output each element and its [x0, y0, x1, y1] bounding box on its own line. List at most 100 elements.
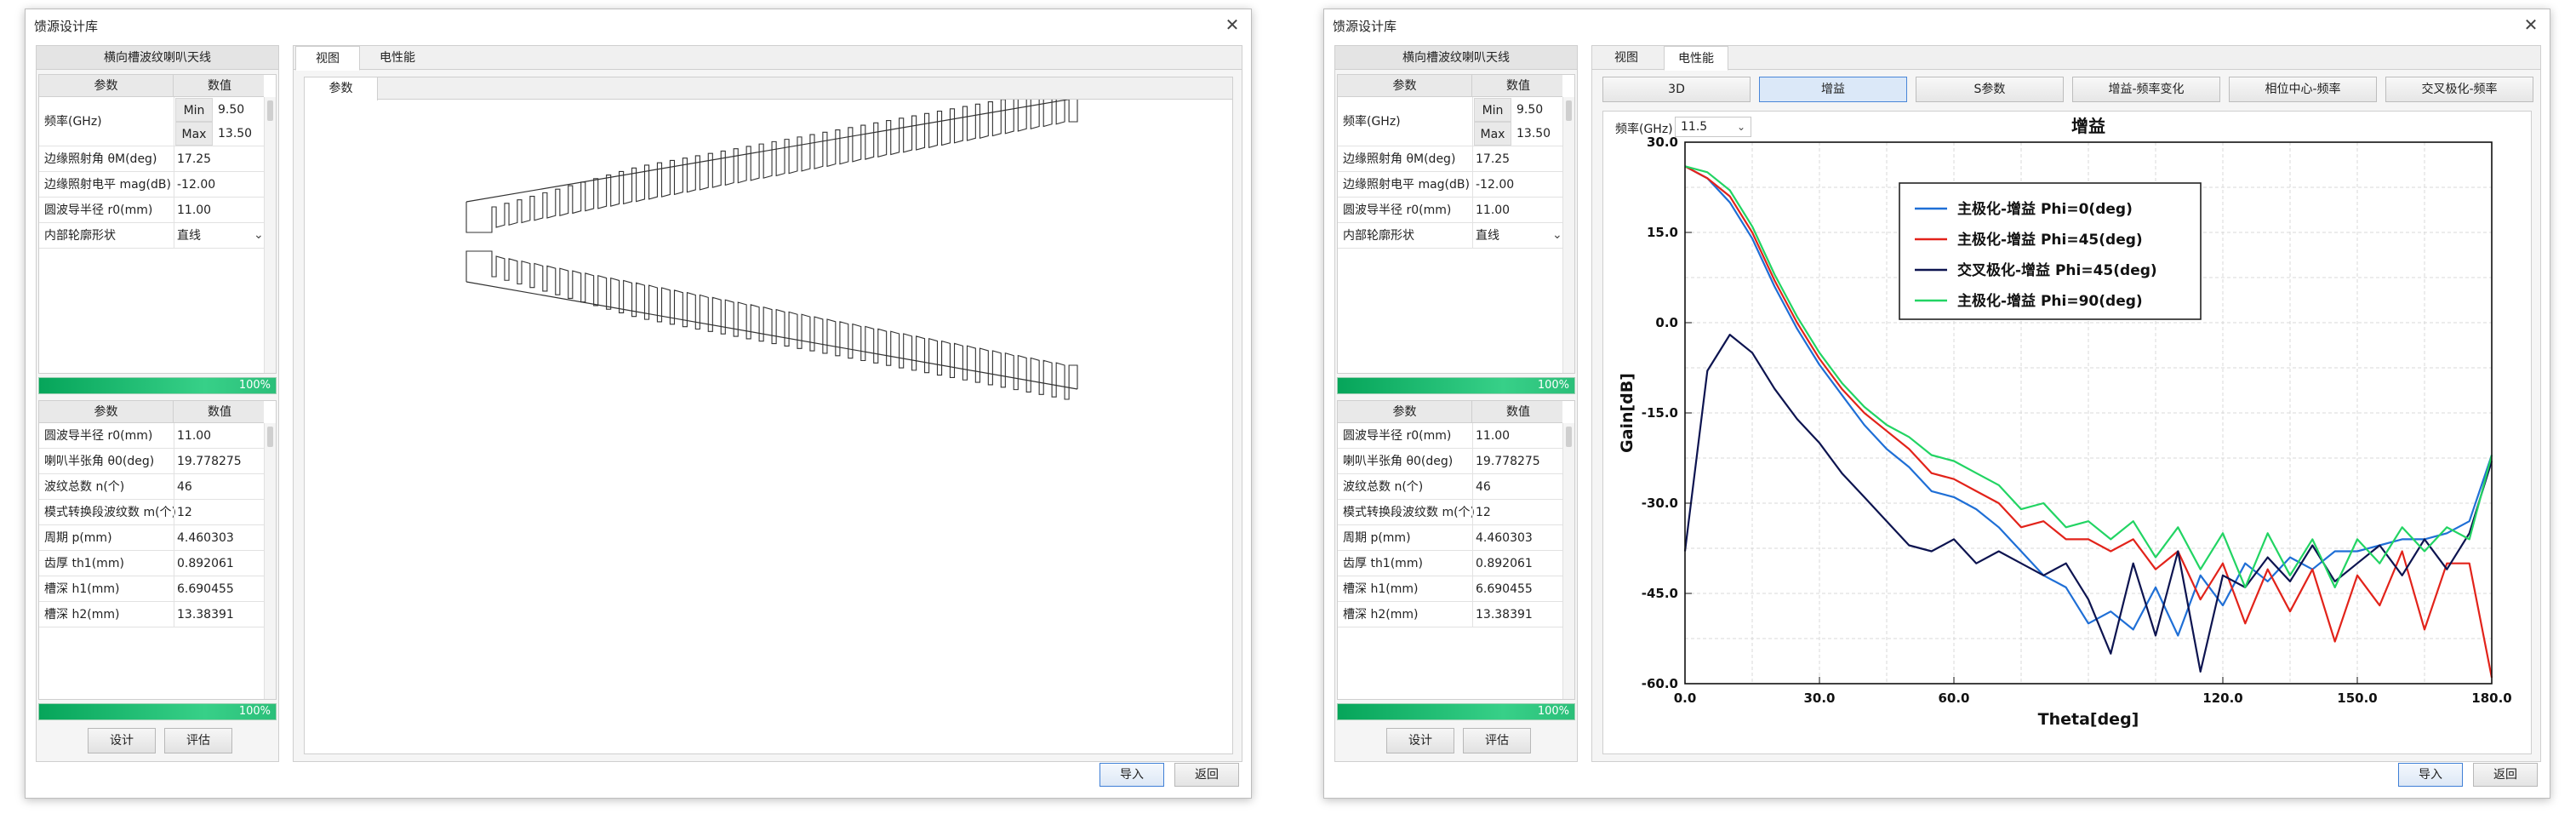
chart-title: 增益 [2071, 116, 2105, 136]
progress-text: 100% [1537, 705, 1569, 718]
legend-entry: 主极化-增益 Phi=45(deg) [1957, 231, 2143, 249]
table-row[interactable]: 槽深 h1(mm) 6.690455 [39, 576, 264, 602]
table-row[interactable]: 齿厚 th1(mm) 0.892061 [39, 551, 264, 576]
table-row[interactable]: 槽深 h2(mm) 13.38391 [39, 602, 264, 627]
horn-bottom-corrugation [466, 250, 1078, 400]
legend-entry: 主极化-增益 Phi=0(deg) [1957, 200, 2133, 218]
close-icon[interactable]: ✕ [1220, 13, 1244, 37]
y-tick-label: -45.0 [1642, 586, 1678, 601]
param-value[interactable]: -12.00 [1476, 172, 1514, 198]
table-row[interactable]: 波纹总数 n(个) 46 [1338, 474, 1562, 500]
sub-tab-bar: 参数 [305, 77, 1232, 100]
perf-button-cross-pol[interactable]: 交叉极化-频率 [2385, 77, 2533, 102]
chevron-down-icon[interactable]: ⌄ [254, 228, 264, 242]
table-row[interactable]: 模式转换段波纹数 m(个) 12 [39, 500, 264, 525]
output-param-table: 参数 数值 圆波导半径 r0(mm) 11.00 喇叭半张角 θ0(deg) 19.… [1337, 400, 1575, 700]
window-title: 馈源设计库 [34, 19, 99, 34]
shape-select[interactable]: 直线 [177, 223, 201, 249]
table-row[interactable]: 圆波导半径 r0(mm) 11.00 [1338, 423, 1562, 449]
design-button[interactable]: 设计 [1386, 728, 1454, 753]
table-row[interactable]: 槽深 h1(mm) 6.690455 [1338, 576, 1562, 602]
table-row-shape[interactable]: 内部轮廓形状 直线 ⌄ [1338, 223, 1562, 249]
header-value: 数值 [208, 79, 231, 93]
max-value[interactable]: 13.50 [1516, 122, 1551, 146]
frequency-select[interactable]: 11.5 ⌄ [1675, 117, 1751, 137]
param-name: 圆波导半径 r0(mm) [44, 203, 153, 217]
progress-text: 100% [238, 379, 271, 392]
table-row[interactable]: 圆波导半径 r0(mm) 11.00 [39, 423, 264, 449]
perf-button-phase-center[interactable]: 相位中心-频率 [2229, 77, 2377, 102]
table-row[interactable]: 周期 p(mm) 4.460303 [1338, 525, 1562, 551]
tab-parameters[interactable]: 参数 [305, 77, 378, 100]
frequency-label: 频率(GHz) [1615, 123, 1673, 136]
close-icon[interactable]: ✕ [2519, 13, 2543, 37]
tab-view[interactable]: 视图 [1594, 46, 1659, 70]
table-row[interactable]: 边缘照射电平 mag(dB) -12.00 [1338, 172, 1562, 198]
tab-performance[interactable]: 电性能 [1664, 46, 1728, 71]
table-row[interactable]: 边缘照射电平 mag(dB) -12.00 [39, 172, 264, 198]
right-window: 馈源设计库 ✕ 横向槽波纹喇叭天线 参数 数值 频率(GHz) Min 9.50… [1323, 9, 2550, 799]
param-name: 模式转换段波纹数 m(个) [44, 506, 177, 519]
table-row[interactable]: 波纹总数 n(个) 46 [39, 474, 264, 500]
param-value[interactable]: -12.00 [177, 172, 215, 198]
table-row[interactable]: 槽深 h2(mm) 13.38391 [1338, 602, 1562, 627]
param-value: 4.460303 [1476, 531, 1533, 545]
table-row[interactable]: 喇叭半张角 θ0(deg) 19.778275 [1338, 449, 1562, 474]
scrollbar[interactable] [1562, 423, 1574, 699]
param-name: 喇叭半张角 θ0(deg) [44, 455, 155, 468]
gain-chart: 增益0.0 30.0 60.0 120.0 150.0 180.030.015.00.0-… [1618, 116, 2512, 729]
back-button[interactable]: 返回 [1174, 763, 1239, 787]
import-button[interactable]: 导入 [2398, 763, 2463, 787]
perf-button-3d[interactable]: 3D [1602, 77, 1751, 102]
table-row[interactable]: 齿厚 th1(mm) 0.892061 [1338, 551, 1562, 576]
evaluate-button[interactable]: 评估 [1463, 728, 1531, 753]
param-value[interactable]: 17.25 [177, 146, 211, 172]
param-name: 周期 p(mm) [44, 531, 112, 545]
param-value[interactable]: 17.25 [1476, 146, 1510, 172]
param-value: 12 [177, 506, 192, 519]
horn-geometry-drawing [466, 100, 1078, 400]
back-button[interactable]: 返回 [2473, 763, 2538, 787]
legend-entry: 主极化-增益 Phi=90(deg) [1957, 292, 2143, 310]
table-row[interactable]: 边缘照射角 θM(deg) 17.25 [1338, 146, 1562, 172]
table-row[interactable]: 边缘照射角 θM(deg) 17.25 [39, 146, 264, 172]
param-value[interactable]: 11.00 [177, 198, 211, 223]
chevron-down-icon: ⌄ [1736, 121, 1745, 133]
min-label: Min [1474, 98, 1511, 122]
scrollbar[interactable] [264, 97, 276, 373]
design-button[interactable]: 设计 [88, 728, 156, 753]
input-param-table: 参数 数值 频率(GHz) Min 9.50 Max 13.50 边缘照射角 θ… [1337, 74, 1575, 374]
tab-view[interactable]: 视图 [295, 46, 360, 71]
perf-button-gain-freq[interactable]: 增益-频率变化 [2072, 77, 2220, 102]
min-value[interactable]: 9.50 [1516, 98, 1543, 122]
parameter-panel: 横向槽波纹喇叭天线 参数 数值 频率(GHz) Min 9.50 Max 13.… [1334, 45, 1578, 762]
shape-select[interactable]: 直线 [1476, 223, 1499, 249]
chevron-down-icon[interactable]: ⌄ [1552, 228, 1562, 242]
import-button[interactable]: 导入 [1100, 763, 1164, 787]
table-row[interactable]: 模式转换段波纹数 m(个) 12 [1338, 500, 1562, 525]
table-row-shape[interactable]: 内部轮廓形状 直线 ⌄ [39, 223, 264, 249]
table-row[interactable]: 圆波导半径 r0(mm) 11.00 [39, 198, 264, 223]
progress-bar: 100% [38, 377, 277, 394]
y-tick-label: 0.0 [1655, 315, 1678, 330]
x-tick-label: 30.0 [1803, 690, 1835, 706]
geometry-panel: 参数 [304, 77, 1233, 754]
table-row[interactable]: 喇叭半张角 θ0(deg) 19.778275 [39, 449, 264, 474]
evaluate-button[interactable]: 评估 [164, 728, 232, 753]
max-value[interactable]: 13.50 [218, 122, 252, 146]
titlebar: 馈源设计库 ✕ [26, 9, 1251, 40]
table-row[interactable]: 周期 p(mm) 4.460303 [39, 525, 264, 551]
param-value: 19.778275 [177, 455, 242, 468]
param-value: 0.892061 [1476, 557, 1533, 570]
tab-performance[interactable]: 电性能 [365, 46, 430, 70]
perf-button-sparams[interactable]: S参数 [1916, 77, 2064, 102]
min-value[interactable]: 9.50 [218, 98, 244, 122]
table-row[interactable]: 圆波导半径 r0(mm) 11.00 [1338, 198, 1562, 223]
param-value: 4.460303 [177, 531, 234, 545]
scrollbar[interactable] [264, 423, 276, 699]
scrollbar[interactable] [1562, 97, 1574, 373]
table-header: 参数 数值 [1338, 401, 1562, 423]
param-value[interactable]: 11.00 [1476, 198, 1510, 223]
param-name: 波纹总数 n(个) [44, 480, 125, 494]
perf-button-gain[interactable]: 增益 [1759, 77, 1907, 102]
